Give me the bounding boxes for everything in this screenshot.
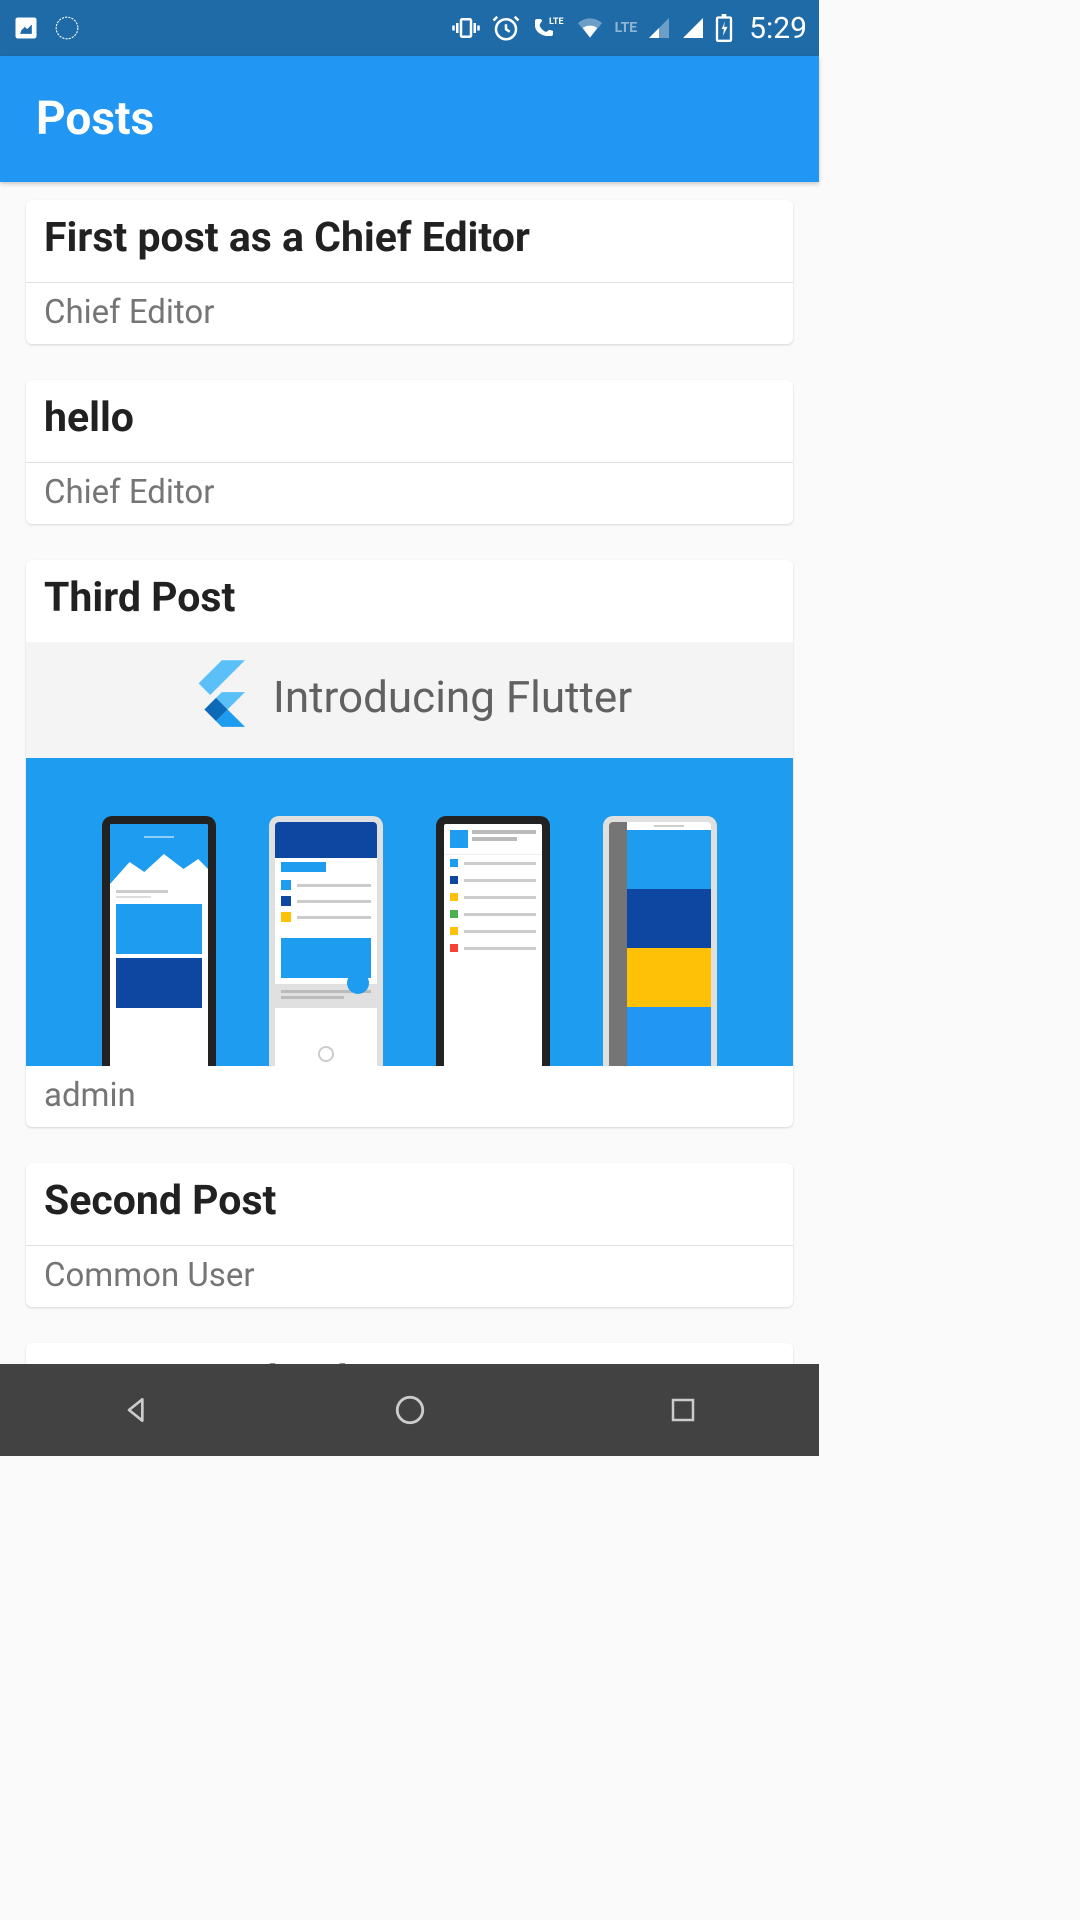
post-author: Common User [26, 1246, 793, 1307]
post-author: admin [26, 1066, 793, 1127]
post-title: hello [26, 380, 793, 462]
wifi-icon [575, 16, 605, 40]
post-author: Chief Editor [26, 463, 793, 524]
status-right: LTE LTE 5:29 [451, 11, 807, 46]
home-button[interactable] [390, 1390, 430, 1430]
page-title: Posts [36, 92, 154, 146]
alarm-icon [491, 13, 521, 43]
flutter-caption: Introducing Flutter [273, 671, 632, 723]
back-button[interactable] [117, 1390, 157, 1430]
post-card[interactable]: First post as a Chief Editor Chief Edito… [26, 200, 793, 344]
phone-mockup-2 [269, 816, 383, 1066]
image-notification-icon [12, 14, 40, 42]
posts-list[interactable]: First post as a Chief Editor Chief Edito… [0, 182, 819, 1364]
vibrate-icon [451, 13, 481, 43]
post-title: Second Post [26, 1163, 793, 1245]
navigation-bar [0, 1364, 819, 1456]
post-title: Third Post [26, 560, 793, 642]
flutter-logo-icon [187, 660, 245, 734]
signal-2-icon [681, 16, 705, 40]
signal-1-icon [647, 16, 671, 40]
status-time: 5:29 [749, 11, 807, 46]
post-title: First Post Edited [26, 1343, 793, 1364]
flutter-header: Introducing Flutter [26, 642, 793, 758]
lte-call-icon: LTE [531, 13, 565, 43]
post-title: First post as a Chief Editor [26, 200, 793, 282]
post-card[interactable]: Second Post Common User [26, 1163, 793, 1307]
phone-mockup-1 [102, 816, 216, 1066]
post-card[interactable]: Third Post Introducing Flutter [26, 560, 793, 1127]
flutter-phones-row [26, 758, 793, 1066]
post-card[interactable]: hello Chief Editor [26, 380, 793, 524]
phone-mockup-4 [603, 816, 717, 1066]
phone-mockup-3 [436, 816, 550, 1066]
status-left [12, 14, 80, 42]
status-bar: LTE LTE 5:29 [0, 0, 819, 56]
post-author: Chief Editor [26, 283, 793, 344]
app-bar: Posts [0, 56, 819, 182]
battery-charging-icon [715, 14, 733, 42]
lte-text-icon: LTE [615, 20, 638, 36]
post-image: Introducing Flutter [26, 642, 793, 1066]
svg-text:LTE: LTE [549, 17, 564, 27]
post-card[interactable]: First Post Edited [26, 1343, 793, 1364]
recents-button[interactable] [663, 1390, 703, 1430]
loading-notification-icon [54, 15, 80, 41]
